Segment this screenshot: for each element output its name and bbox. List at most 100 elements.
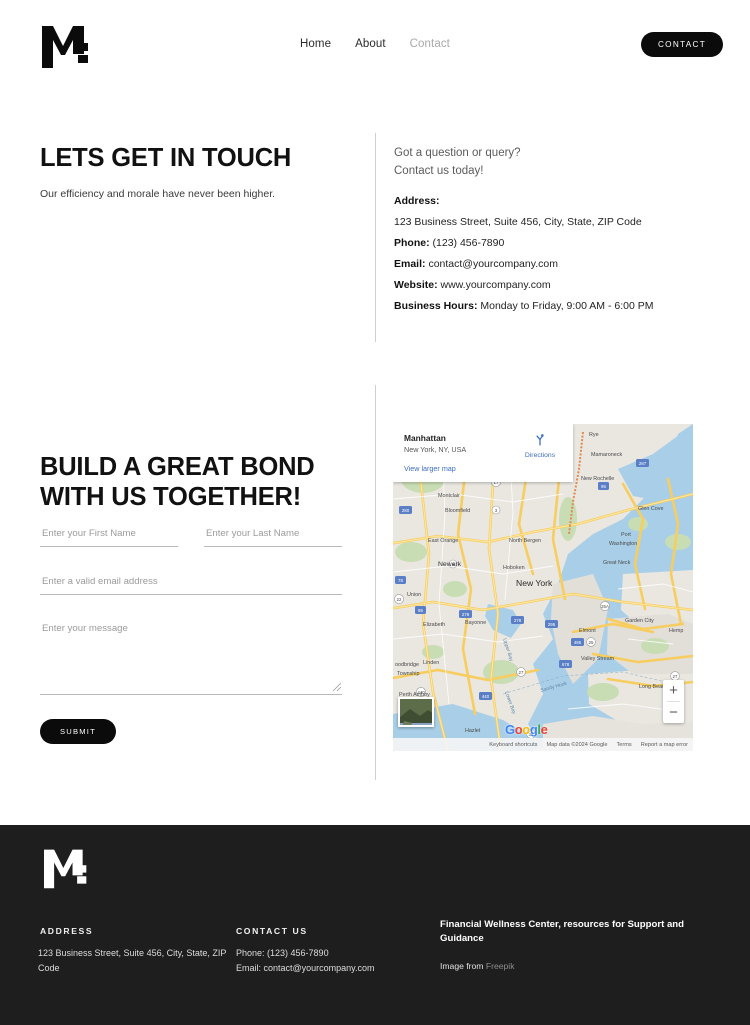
map-info-card: Manhattan New York, NY, USA View larger …	[393, 424, 573, 482]
section-divider-bottom	[375, 385, 376, 780]
detail-label: Website:	[394, 279, 438, 291]
svg-text:Washington: Washington	[609, 541, 637, 547]
svg-text:25A: 25A	[601, 604, 609, 609]
svg-text:25: 25	[589, 640, 594, 645]
svg-text:Elmont: Elmont	[579, 628, 596, 634]
get-in-touch-section: LETS GET IN TOUCH Our efficiency and mor…	[0, 0, 750, 380]
detail-phone: Phone: (123) 456-7890	[394, 238, 714, 249]
contact-intro-line-2: Contact us today!	[394, 164, 484, 177]
svg-text:Garden City: Garden City	[625, 618, 654, 624]
street-view-thumbnail[interactable]	[398, 697, 434, 727]
map-zoom-controls: + −	[663, 680, 684, 723]
detail-label: Email:	[394, 258, 426, 270]
detail-value: (123) 456-7890	[432, 237, 505, 249]
svg-text:Bayonne: Bayonne	[465, 620, 486, 626]
detail-address-label: Address:	[394, 196, 714, 207]
footer-note-title: Financial Wellness Center, resources for…	[440, 919, 684, 944]
detail-value: www.yourcompany.com	[440, 279, 551, 291]
svg-text:280: 280	[402, 508, 410, 513]
detail-value: 123 Business Street, Suite 456, City, St…	[394, 216, 642, 228]
message-textarea[interactable]	[40, 622, 342, 695]
svg-text:Montclair: Montclair	[438, 493, 460, 499]
svg-text:287: 287	[639, 461, 647, 466]
detail-value: Monday to Friday, 9:00 AM - 6:00 PM	[480, 300, 654, 312]
detail-website: Website: www.yourcompany.com	[394, 280, 714, 291]
svg-text:Township: Township	[397, 671, 419, 677]
svg-text:Linden: Linden	[423, 660, 439, 666]
directions-icon	[536, 434, 544, 446]
footer-image-credit: Image from Freepik	[440, 961, 515, 971]
footer-address-body: 123 Business Street, Suite 456, City, St…	[38, 948, 227, 973]
svg-text:Bloomfield: Bloomfield	[445, 508, 470, 514]
report-map-error-link[interactable]: Report a map error	[641, 742, 688, 748]
map-directions-label: Directions	[524, 452, 556, 459]
detail-business-hours: Business Hours: Monday to Friday, 9:00 A…	[394, 301, 714, 312]
svg-text:Hoboken: Hoboken	[503, 565, 525, 571]
map-place-name: Manhattan	[404, 433, 446, 443]
svg-text:27: 27	[673, 674, 678, 679]
detail-email: Email: contact@yourcompany.com	[394, 259, 714, 270]
svg-text:Elizabeth: Elizabeth	[423, 622, 445, 628]
map-zoom-in-button[interactable]: +	[663, 680, 684, 701]
footer-phone: Phone: (123) 456-7890	[236, 948, 329, 958]
svg-text:Newark: Newark	[438, 561, 462, 568]
detail-label: Phone:	[394, 237, 430, 249]
svg-text:495: 495	[574, 640, 582, 645]
contact-intro-line-1: Got a question or query?	[394, 147, 521, 159]
footer-brand-logo-icon[interactable]	[44, 847, 90, 889]
svg-text:95: 95	[601, 484, 606, 489]
svg-text:Rye: Rye	[589, 432, 599, 438]
svg-text:78: 78	[398, 578, 403, 583]
svg-text:Glen Cove: Glen Cove	[638, 506, 663, 512]
section-divider-top	[375, 133, 376, 342]
detail-value: contact@yourcompany.com	[428, 258, 558, 270]
contact-page: Home About Contact CONTACT LETS GET IN T…	[0, 0, 750, 1025]
svg-text:440: 440	[482, 694, 490, 699]
google-map-embed[interactable]: 280 78 95 278 440 278 295 495 678 95 287…	[393, 424, 693, 751]
svg-text:New York: New York	[516, 578, 553, 588]
footer-credit-prefix: Image from	[440, 961, 486, 971]
first-name-input[interactable]	[40, 525, 178, 547]
footer-contact-heading: CONTACT US	[236, 926, 308, 936]
svg-text:27: 27	[519, 670, 524, 675]
svg-text:278: 278	[462, 612, 470, 617]
email-input[interactable]	[40, 573, 342, 595]
svg-text:678: 678	[562, 662, 570, 667]
page-subtitle: Our efficiency and morale have never bee…	[40, 188, 276, 200]
map-zoom-out-button[interactable]: −	[663, 702, 684, 723]
footer-address-heading: ADDRESS	[40, 926, 94, 936]
form-title: BUILD A GREAT BOND WITH US TOGETHER!	[40, 452, 360, 512]
svg-text:22: 22	[397, 597, 402, 602]
terms-link[interactable]: Terms	[617, 742, 632, 748]
street-view-preview-icon	[400, 699, 432, 725]
svg-text:Union: Union	[407, 592, 421, 598]
svg-text:Hazlet: Hazlet	[465, 728, 481, 734]
form-title-line-2: WITH US TOGETHER!	[40, 483, 302, 512]
google-wordmark: Google	[505, 722, 548, 737]
svg-text:East Orange: East Orange	[428, 538, 458, 544]
svg-text:Great Neck: Great Neck	[603, 560, 631, 566]
footer-contact-body: Phone: (123) 456-7890 Email: contact@you…	[236, 946, 436, 975]
svg-text:New Rochelle: New Rochelle	[581, 476, 614, 482]
submit-button[interactable]: SUBMIT	[40, 719, 116, 744]
last-name-input[interactable]	[204, 525, 342, 547]
page-title: LETS GET IN TOUCH	[40, 144, 292, 172]
map-directions-button[interactable]: Directions	[516, 432, 564, 459]
map-data-copyright: Map data ©2024 Google	[546, 741, 608, 748]
footer-email: Email: contact@yourcompany.com	[236, 962, 375, 973]
svg-text:Port: Port	[621, 532, 631, 538]
contact-details-list: Address: 123 Business Street, Suite 456,…	[394, 196, 714, 322]
keyboard-shortcuts-link[interactable]: Keyboard shortcuts	[489, 742, 537, 748]
svg-text:North Bergen: North Bergen	[509, 538, 541, 544]
map-attribution-bar: Keyboard shortcuts Map data ©2024 Google…	[393, 738, 693, 751]
view-larger-map-link[interactable]: View larger map	[404, 464, 456, 473]
detail-address-value: 123 Business Street, Suite 456, City, St…	[394, 217, 714, 228]
freepik-link[interactable]: Freepik	[486, 961, 515, 971]
svg-text:Hemp: Hemp	[669, 628, 683, 634]
detail-label: Business Hours:	[394, 300, 478, 312]
detail-label: Address:	[394, 195, 440, 207]
svg-text:295: 295	[548, 622, 556, 627]
svg-text:95: 95	[418, 608, 423, 613]
svg-text:278: 278	[514, 618, 522, 623]
svg-text:Valley Stream: Valley Stream	[581, 656, 615, 662]
